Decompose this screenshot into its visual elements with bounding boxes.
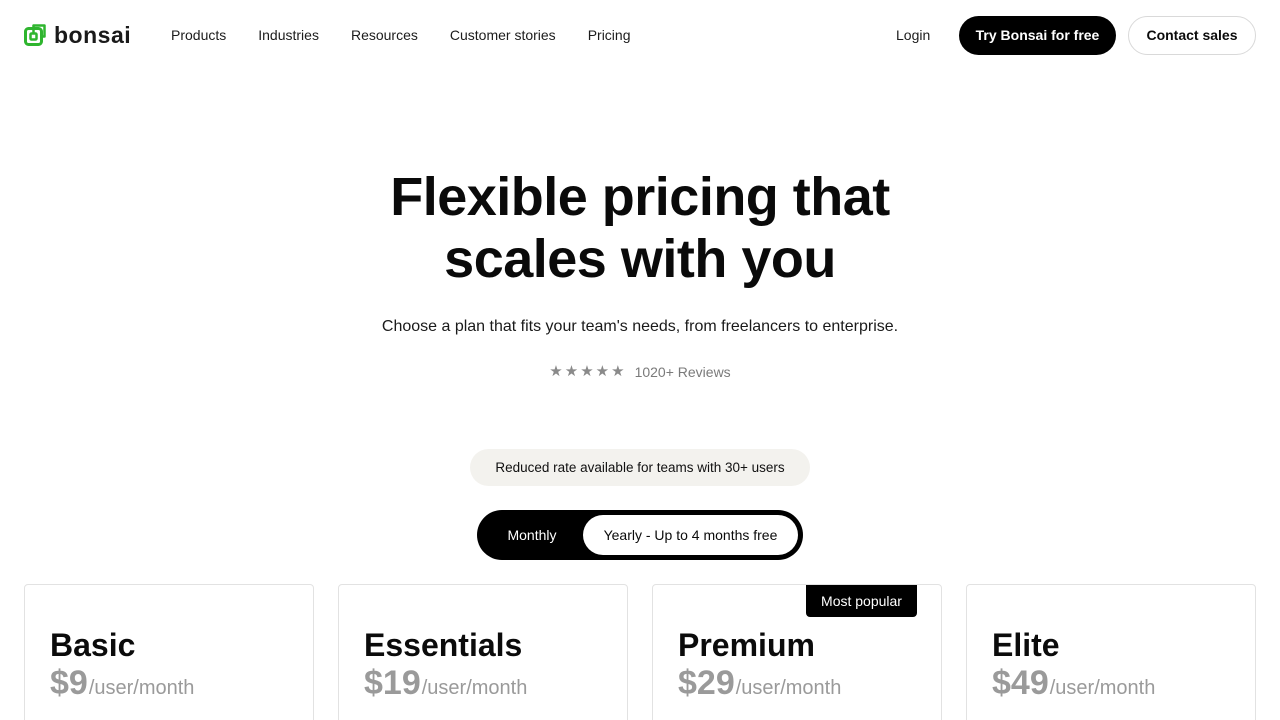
plan-price-amount: $49 <box>992 664 1049 702</box>
page-title-line-2: scales with you <box>444 229 836 289</box>
plan-name: Elite <box>992 627 1060 663</box>
plan-price-amount: $9 <box>50 664 88 702</box>
plan-name: Basic <box>50 627 136 663</box>
nav-customer-stories[interactable]: Customer stories <box>450 25 556 45</box>
login-link[interactable]: Login <box>896 25 930 45</box>
plan-price-unit: /user/month <box>421 677 528 699</box>
nav-resources[interactable]: Resources <box>351 25 418 45</box>
reviews-count: 1020+ Reviews <box>634 364 731 380</box>
plan-price-amount: $19 <box>364 664 421 702</box>
plan-price: $9 /user/month <box>50 665 194 701</box>
plan-price-amount: $29 <box>678 664 735 702</box>
site-header: bonsai Products Industries Resources Cus… <box>0 0 1280 70</box>
plan-price: $49 /user/month <box>992 665 1155 701</box>
plan-card-essentials: Essentials $19 /user/month <box>338 584 628 720</box>
contact-sales-button[interactable]: Contact sales <box>1128 16 1256 55</box>
star-icon: ★ <box>564 363 579 380</box>
plan-price-unit: /user/month <box>1049 677 1156 699</box>
try-free-button[interactable]: Try Bonsai for free <box>959 16 1116 55</box>
star-icon: ★ <box>595 363 610 380</box>
reviews-rating: ★ ★ ★ ★ ★ 1020+ Reviews <box>0 362 1280 382</box>
nav-industries[interactable]: Industries <box>258 25 319 45</box>
plan-price: $19 /user/month <box>364 665 527 701</box>
star-icon: ★ <box>580 363 594 380</box>
main-nav: Products Industries Resources Customer s… <box>171 25 630 45</box>
plan-name: Essentials <box>364 627 523 663</box>
nav-products[interactable]: Products <box>171 25 226 45</box>
most-popular-badge: Most popular <box>806 585 917 617</box>
plan-card-elite: Elite $49 /user/month <box>966 584 1256 720</box>
plan-price-unit: /user/month <box>735 677 842 699</box>
brand-name: bonsai <box>54 22 132 48</box>
billing-yearly-option[interactable]: Yearly - Up to 4 months free <box>583 515 798 555</box>
billing-period-toggle: Monthly Yearly - Up to 4 months free <box>477 510 803 560</box>
billing-monthly-option[interactable]: Monthly <box>482 515 582 555</box>
plan-price-unit: /user/month <box>88 677 195 699</box>
team-discount-pill: Reduced rate available for teams with 30… <box>470 449 810 486</box>
plan-card-basic: Basic $9 /user/month <box>24 584 314 720</box>
bonsai-logo-icon <box>24 24 46 46</box>
plan-price: $29 /user/month <box>678 665 841 701</box>
plan-card-premium: Most popular Premium $29 /user/month <box>652 584 942 720</box>
nav-pricing[interactable]: Pricing <box>588 25 631 45</box>
page-title-line-1: Flexible pricing that <box>390 167 890 227</box>
star-icon: ★ <box>611 363 625 380</box>
star-icon: ★ <box>549 363 563 380</box>
rating-stars: ★ ★ ★ ★ ★ <box>549 362 624 382</box>
bonsai-logo[interactable]: bonsai <box>24 23 131 47</box>
page-title: Flexible pricing that scales with you <box>0 166 1280 290</box>
page-subtitle: Choose a plan that fits your team's need… <box>381 318 899 335</box>
plan-name: Premium <box>678 627 815 663</box>
